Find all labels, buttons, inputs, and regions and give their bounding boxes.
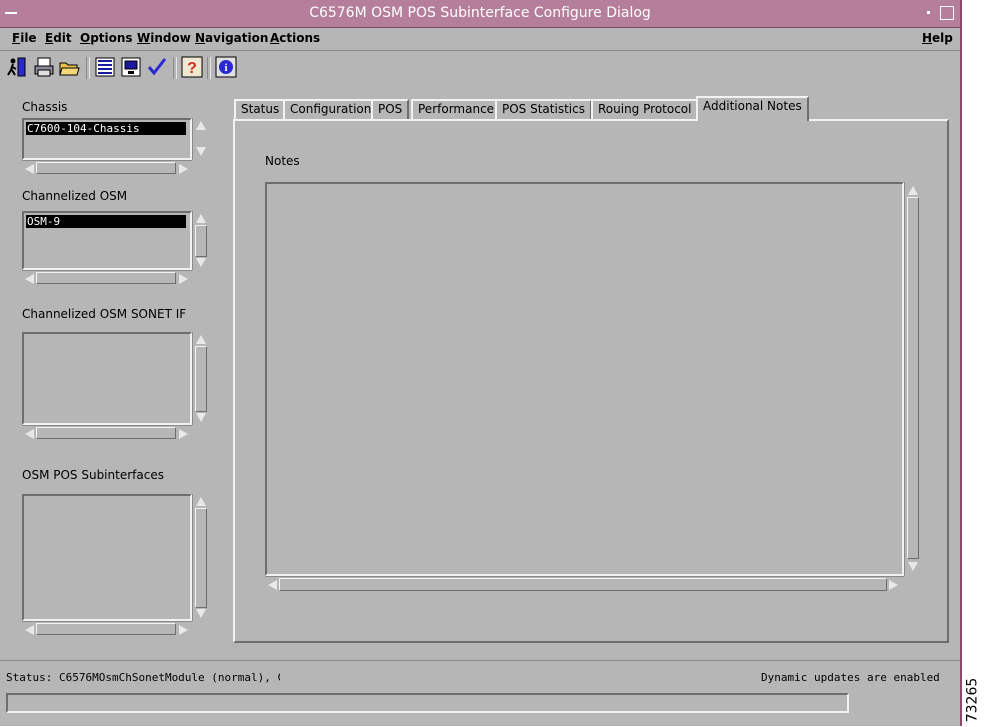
chassis-list[interactable]: C7600-104-Chassis xyxy=(22,118,192,160)
minimize-button[interactable] xyxy=(922,6,936,20)
scroll-up-arrow-icon[interactable] xyxy=(908,186,918,195)
dialog-window: C6576M OSM POS Subinterface Configure Di… xyxy=(0,0,962,726)
pos-subinterfaces-label: OSM POS Subinterfaces xyxy=(22,468,164,482)
subif-vscroll[interactable] xyxy=(192,494,209,621)
scroll-thumb[interactable] xyxy=(195,346,207,412)
scroll-up-arrow-icon[interactable] xyxy=(196,214,206,223)
svg-text:i: i xyxy=(224,62,227,74)
info-icon[interactable]: i xyxy=(215,56,237,78)
open-folder-icon[interactable] xyxy=(58,56,80,78)
notes-textarea[interactable] xyxy=(265,182,904,576)
menu-help[interactable]: Help xyxy=(922,31,953,45)
tab-performance[interactable]: Performance xyxy=(411,99,502,119)
scroll-left-arrow-icon[interactable] xyxy=(25,429,34,439)
menu-bar: File Edit Options Window Navigation Acti… xyxy=(0,28,960,51)
monitor-icon[interactable] xyxy=(120,56,142,78)
osm-hscroll[interactable] xyxy=(22,270,192,286)
print-icon[interactable] xyxy=(33,56,55,78)
menu-actions[interactable]: Actions xyxy=(270,31,320,45)
notes-label: Notes xyxy=(265,154,300,168)
scroll-thumb[interactable] xyxy=(195,225,207,257)
scroll-left-arrow-icon[interactable] xyxy=(25,274,34,284)
tab-pos[interactable]: POS xyxy=(371,99,410,119)
scroll-right-arrow-icon[interactable] xyxy=(179,625,188,635)
sonet-if-list[interactable] xyxy=(22,332,192,425)
dynamic-updates-status: Dynamic updates are enabled xyxy=(761,671,940,684)
chassis-vscroll[interactable] xyxy=(192,118,209,160)
maximize-button[interactable] xyxy=(940,6,954,20)
tab-status[interactable]: Status xyxy=(234,99,287,119)
channelized-osm-list[interactable]: OSM-9 xyxy=(22,211,192,270)
scroll-thumb[interactable] xyxy=(907,197,919,559)
pos-subinterfaces-list[interactable] xyxy=(22,494,192,621)
scroll-down-arrow-icon[interactable] xyxy=(908,562,918,571)
sonet-if-label: Channelized OSM SONET IF xyxy=(22,307,187,321)
subif-hscroll[interactable] xyxy=(22,621,192,637)
sonet-vscroll[interactable] xyxy=(192,332,209,425)
osm-vscroll[interactable] xyxy=(192,211,209,270)
menu-navigation[interactable]: Navigation xyxy=(195,31,268,45)
toolbar-separator xyxy=(173,57,177,79)
progress-bar xyxy=(6,693,849,713)
scroll-thumb[interactable] xyxy=(36,427,176,439)
window-title: C6576M OSM POS Subinterface Configure Di… xyxy=(309,5,651,21)
menu-window[interactable]: Window xyxy=(137,31,191,45)
scroll-up-arrow-icon[interactable] xyxy=(196,121,206,130)
scroll-down-arrow-icon[interactable] xyxy=(196,609,206,618)
menu-edit[interactable]: Edit xyxy=(45,31,72,45)
scroll-up-arrow-icon[interactable] xyxy=(196,497,206,506)
toolbar-separator xyxy=(86,57,90,79)
scroll-thumb[interactable] xyxy=(36,623,176,635)
scroll-down-arrow-icon[interactable] xyxy=(196,413,206,422)
list-icon[interactable] xyxy=(94,56,116,78)
checkmark-icon[interactable] xyxy=(146,56,168,78)
scroll-left-arrow-icon[interactable] xyxy=(268,580,277,590)
scroll-right-arrow-icon[interactable] xyxy=(179,274,188,284)
help-icon[interactable]: ? xyxy=(181,56,203,78)
scroll-left-arrow-icon[interactable] xyxy=(25,164,34,174)
scroll-up-arrow-icon[interactable] xyxy=(196,335,206,344)
sonet-hscroll[interactable] xyxy=(22,425,192,441)
scroll-right-arrow-icon[interactable] xyxy=(889,580,898,590)
channelized-osm-label: Channelized OSM xyxy=(22,189,128,203)
figure-number: 73265 xyxy=(964,677,981,723)
chassis-hscroll[interactable] xyxy=(22,160,192,176)
scroll-thumb[interactable] xyxy=(36,162,176,174)
list-item[interactable]: OSM-9 xyxy=(26,215,186,228)
toolbar-separator xyxy=(207,57,211,79)
status-text: Status: C6576MOsmChSonetModule (normal),… xyxy=(6,671,280,684)
scroll-right-arrow-icon[interactable] xyxy=(179,429,188,439)
scroll-right-arrow-icon[interactable] xyxy=(179,164,188,174)
title-bar[interactable]: C6576M OSM POS Subinterface Configure Di… xyxy=(0,0,960,28)
scroll-down-arrow-icon[interactable] xyxy=(196,258,206,267)
tab-additional-notes[interactable]: Additional Notes xyxy=(696,96,809,121)
list-item[interactable]: C7600-104-Chassis xyxy=(26,122,186,135)
chassis-label: Chassis xyxy=(22,100,68,114)
scroll-down-arrow-icon[interactable] xyxy=(196,147,206,156)
exit-icon[interactable] xyxy=(6,56,28,78)
tab-configuration[interactable]: Configuration xyxy=(283,99,379,119)
scroll-thumb[interactable] xyxy=(36,272,176,284)
tab-routing-protocol[interactable]: Rouing Protocol xyxy=(591,99,699,119)
scroll-left-arrow-icon[interactable] xyxy=(25,625,34,635)
svg-text:?: ? xyxy=(187,60,197,77)
notes-vscroll[interactable] xyxy=(904,182,921,576)
notes-hscroll[interactable] xyxy=(265,576,904,593)
toolbar: ? i xyxy=(0,51,960,87)
scroll-thumb[interactable] xyxy=(279,578,887,591)
scroll-thumb[interactable] xyxy=(195,508,207,608)
menu-options[interactable]: Options xyxy=(80,31,133,45)
menu-file[interactable]: File xyxy=(12,31,37,45)
tab-pos-statistics[interactable]: POS Statistics xyxy=(495,99,592,119)
